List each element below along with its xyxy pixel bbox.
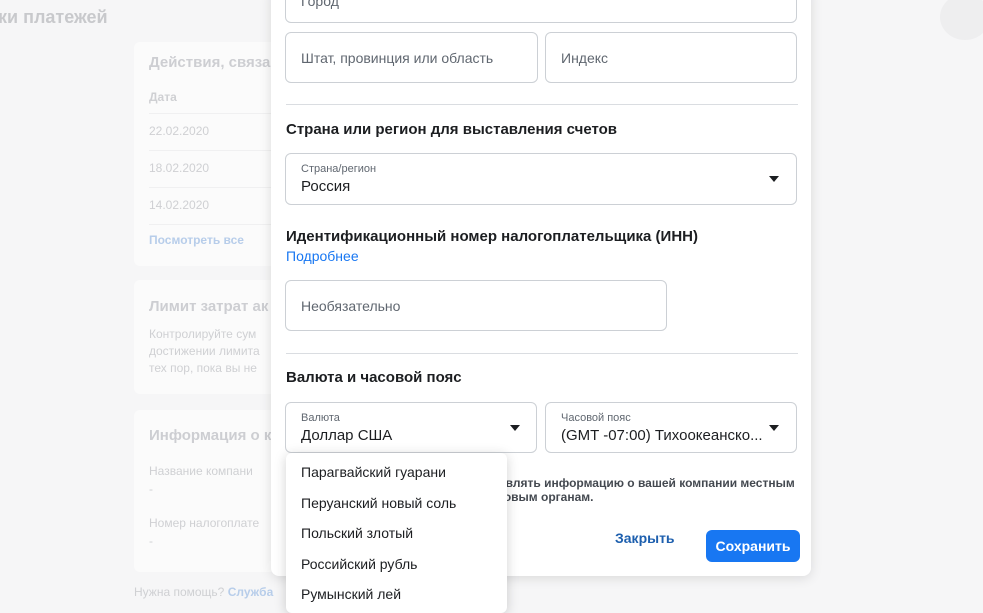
currency-timezone-heading: Валюта и часовой пояс xyxy=(286,369,462,386)
currency-select[interactable]: Валюта Доллар США xyxy=(285,402,537,453)
currency-option[interactable]: Польский злотый xyxy=(286,518,507,549)
activity-row-date: 22.02.2020 xyxy=(149,124,210,138)
page-title: ки платежей xyxy=(0,7,108,27)
spend-limit-text: достижении лимита xyxy=(149,344,260,358)
zip-placeholder: Индекс xyxy=(561,50,609,66)
currency-value: Доллар США xyxy=(301,427,393,444)
currency-dropdown-list: Парагвайский гуарани Перуанский новый со… xyxy=(286,453,507,613)
zip-input[interactable]: Индекс xyxy=(545,32,797,83)
chevron-down-icon xyxy=(769,176,779,182)
currency-option[interactable]: Румынский лей xyxy=(286,579,507,610)
currency-option[interactable]: Перуанский новый соль xyxy=(286,488,507,519)
spend-limit-title: Лимит затрат ак xyxy=(149,298,269,315)
close-button[interactable]: Закрыть xyxy=(615,530,675,546)
city-input[interactable]: Город xyxy=(285,0,797,23)
activity-col-date: Дата xyxy=(149,90,177,104)
help-text: Нужна помощь? Служба xyxy=(134,585,273,599)
tax-number-value: - xyxy=(149,534,153,548)
timezone-label: Часовой пояс xyxy=(561,412,631,424)
tax-note-line: говым органам. xyxy=(499,490,594,504)
view-all-link[interactable]: Посмотреть все xyxy=(149,233,244,247)
help-link[interactable]: Служба xyxy=(228,585,274,599)
spend-limit-text: тех пор, пока вы не xyxy=(149,361,257,375)
bg-avatar-shape xyxy=(940,0,983,40)
country-value: Россия xyxy=(301,178,351,195)
billing-country-heading: Страна или регион для выставления счетов xyxy=(286,121,618,138)
currency-option[interactable]: Российский рубль xyxy=(286,549,507,580)
company-name-value: - xyxy=(149,482,153,496)
tax-id-heading: Идентификационный номер налогоплательщик… xyxy=(286,228,698,245)
chevron-down-icon xyxy=(769,425,779,431)
tax-id-placeholder: Необязательно xyxy=(301,298,401,314)
tax-more-link[interactable]: Подробнее xyxy=(286,248,359,264)
city-placeholder: Город xyxy=(301,0,339,9)
tax-id-input[interactable]: Необязательно xyxy=(285,280,667,331)
company-info-title: Информация о к xyxy=(149,427,272,444)
country-select[interactable]: Страна/регион Россия xyxy=(285,153,797,205)
timezone-select[interactable]: Часовой пояс (GMT -07:00) Тихоокеанско..… xyxy=(545,402,797,453)
section-divider xyxy=(286,104,798,105)
section-divider xyxy=(286,353,798,354)
timezone-value: (GMT -07:00) Тихоокеанско... xyxy=(561,427,763,444)
country-label: Страна/регион xyxy=(301,163,377,175)
activity-row-date: 14.02.2020 xyxy=(149,198,210,212)
save-button[interactable]: Сохранить xyxy=(706,530,800,562)
tax-note-line: авлять информацию о вашей компании местн… xyxy=(499,476,795,490)
spend-limit-text: Контролируйте сум xyxy=(149,327,257,341)
activity-card-title: Действия, связа xyxy=(149,54,271,71)
state-placeholder: Штат, провинция или область xyxy=(301,50,494,66)
activity-row-date: 18.02.2020 xyxy=(149,161,210,175)
tax-number-label: Номер налогоплате xyxy=(149,516,260,530)
state-input[interactable]: Штат, провинция или область xyxy=(285,32,538,83)
currency-option[interactable]: Парагвайский гуарани xyxy=(286,457,507,488)
company-name-label: Название компани xyxy=(149,464,253,478)
help-label: Нужна помощь? xyxy=(134,585,225,599)
currency-label: Валюта xyxy=(301,412,340,424)
chevron-down-icon xyxy=(510,425,520,431)
